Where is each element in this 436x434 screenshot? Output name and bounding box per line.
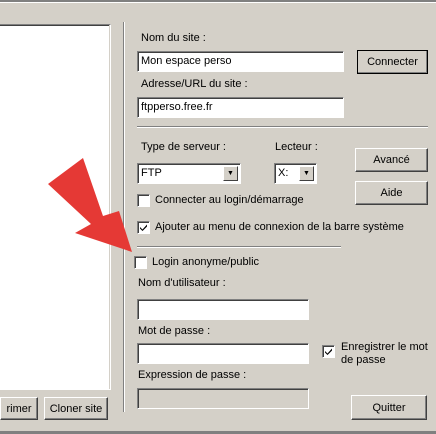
connect-button[interactable]: Connecter bbox=[357, 50, 428, 74]
checkmark-icon bbox=[325, 348, 332, 355]
server-type-label: Type de serveur : bbox=[141, 141, 226, 153]
site-url-label: Adresse/URL du site : bbox=[141, 78, 248, 90]
password-label: Mot de passe : bbox=[138, 325, 211, 337]
save-password-checkbox[interactable] bbox=[322, 345, 335, 358]
server-type-value: FTP bbox=[141, 167, 162, 179]
window-frame-top bbox=[0, 0, 436, 3]
help-button-label: Aide bbox=[380, 187, 403, 199]
section-divider bbox=[137, 126, 428, 128]
drive-label: Lecteur : bbox=[275, 141, 318, 153]
drive-value: X: bbox=[278, 167, 289, 179]
site-url-input[interactable]: ftpperso.free.fr bbox=[137, 97, 344, 118]
checkmark-icon bbox=[140, 224, 147, 231]
clone-site-button-label: Cloner site bbox=[49, 402, 103, 415]
quit-button-label: Quitter bbox=[372, 401, 406, 414]
section-divider bbox=[137, 246, 341, 248]
help-button[interactable]: Aide bbox=[355, 181, 428, 205]
password-input[interactable] bbox=[137, 343, 309, 364]
advanced-button[interactable]: Avancé bbox=[355, 148, 428, 172]
connect-button-label: Connecter bbox=[367, 56, 418, 68]
anonymous-login-checkbox[interactable] bbox=[134, 256, 147, 269]
chevron-down-icon[interactable]: ▼ bbox=[299, 166, 314, 181]
anonymous-login-label: Login anonyme/public bbox=[152, 256, 260, 268]
annotation-arrow-icon bbox=[48, 158, 132, 252]
pass-expression-input[interactable] bbox=[137, 388, 309, 409]
connect-at-login-checkbox[interactable] bbox=[137, 194, 150, 207]
username-input[interactable] bbox=[137, 299, 309, 320]
site-name-input[interactable]: Mon espace perso bbox=[137, 51, 344, 72]
username-label: Nom d'utilisateur : bbox=[138, 277, 226, 289]
clone-site-button[interactable]: Cloner site bbox=[44, 397, 108, 420]
save-password-label-line1: Enregistrer le mot bbox=[341, 341, 428, 353]
pass-expression-label: Expression de passe : bbox=[138, 369, 247, 381]
connect-at-login-label: Connecter au login/démarrage bbox=[155, 194, 304, 206]
quit-button[interactable]: Quitter bbox=[351, 395, 427, 420]
add-to-tray-menu-label: Ajouter au menu de connexion de la barre… bbox=[155, 221, 404, 233]
site-name-label: Nom du site : bbox=[141, 32, 206, 44]
save-password-label-line2: de passe bbox=[341, 354, 386, 366]
chevron-down-icon[interactable]: ▼ bbox=[223, 166, 238, 181]
delete-site-button-label: rimer bbox=[6, 402, 32, 415]
advanced-button-label: Avancé bbox=[373, 154, 410, 166]
add-to-tray-menu-checkbox[interactable] bbox=[137, 221, 150, 234]
drive-select[interactable]: X: ▼ bbox=[274, 163, 317, 184]
delete-site-button[interactable]: rimer bbox=[0, 397, 38, 420]
server-type-select[interactable]: FTP ▼ bbox=[137, 163, 241, 184]
